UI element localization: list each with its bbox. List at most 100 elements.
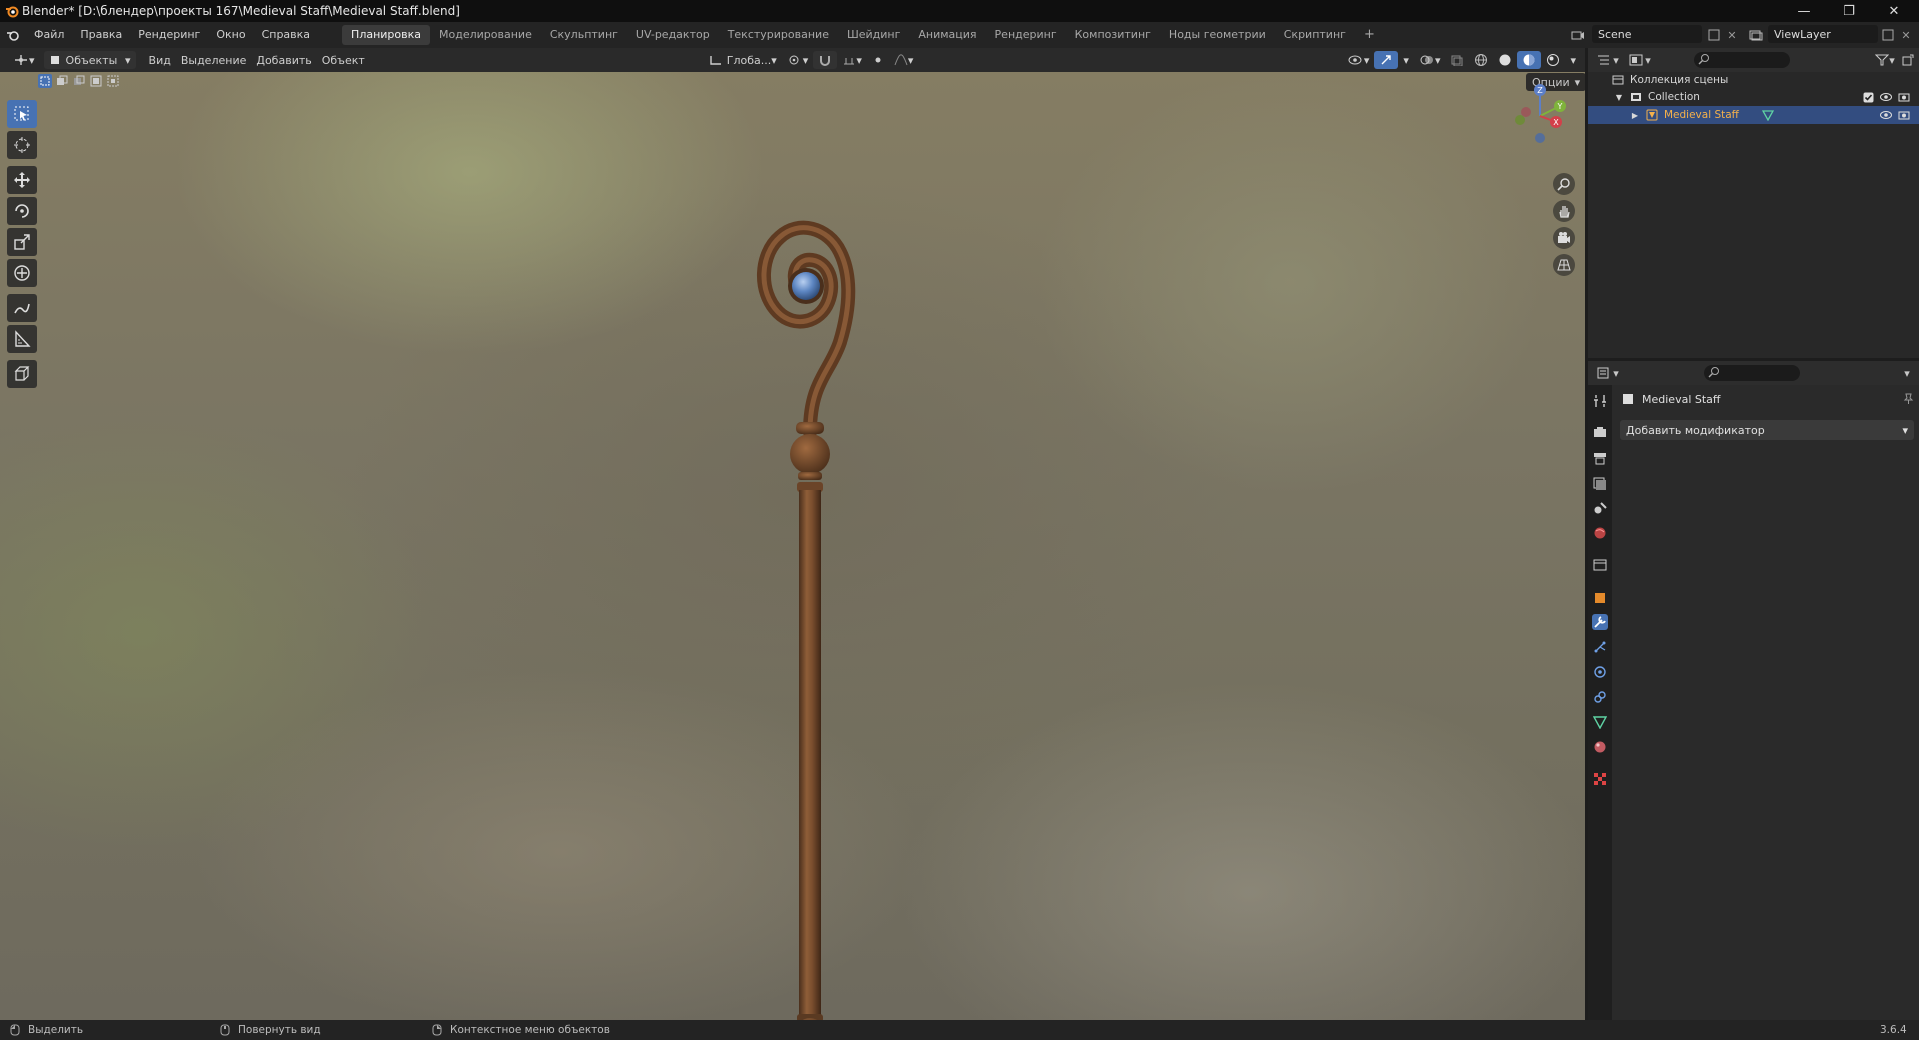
zoom-icon[interactable] (1553, 173, 1575, 195)
delete-view-layer-icon[interactable]: ✕ (1898, 27, 1914, 43)
proportional-edit-icon[interactable] (867, 51, 889, 69)
tab-layout[interactable]: Планировка (342, 25, 431, 45)
snap-target-icon[interactable]: ▾ (837, 51, 867, 69)
tab-texture-paint[interactable]: Текстурирование (719, 25, 838, 45)
select-box-tool[interactable] (7, 100, 37, 128)
delete-scene-icon[interactable]: ✕ (1724, 27, 1740, 43)
move-tool[interactable] (7, 166, 37, 194)
scene-tab-icon[interactable] (1592, 500, 1608, 516)
material-preview-shading-icon[interactable] (1517, 51, 1542, 69)
tab-uv-editing[interactable]: UV-редактор (627, 25, 719, 45)
select-new-icon[interactable] (38, 74, 52, 88)
object-visibility-eye-icon[interactable] (1880, 110, 1892, 120)
measure-tool[interactable] (7, 325, 37, 353)
scale-tool[interactable] (7, 228, 37, 256)
add-workspace-button[interactable]: + (1355, 25, 1384, 45)
xray-icon[interactable] (1445, 51, 1469, 69)
cursor-tool[interactable] (7, 131, 37, 159)
new-collection-icon[interactable] (1900, 52, 1916, 68)
menu-edit[interactable]: Правка (72, 22, 130, 48)
collection-exclude-checkbox[interactable] (1862, 92, 1874, 103)
new-view-layer-icon[interactable] (1880, 27, 1896, 43)
pan-hand-icon[interactable] (1553, 200, 1575, 222)
view-layer-tab-icon[interactable] (1592, 476, 1608, 492)
transform-orientation-dropdown[interactable]: Глоба... ▾ (704, 51, 782, 69)
texture-tab-icon[interactable] (1592, 771, 1608, 787)
modifiers-tab-icon[interactable] (1592, 614, 1608, 630)
object-tab-icon[interactable] (1592, 590, 1608, 606)
mesh-data-icon[interactable] (1761, 109, 1775, 121)
3d-viewport[interactable]: Опции ▾ Z Y X (0, 72, 1585, 1020)
navigation-gizmo[interactable]: Z Y X (1500, 78, 1580, 148)
output-tab-icon[interactable] (1592, 450, 1608, 466)
tool-tab-icon[interactable] (1592, 393, 1608, 409)
physics-tab-icon[interactable] (1592, 664, 1608, 680)
properties-options-dropdown[interactable]: ▾ (1900, 365, 1914, 381)
outliner-row-collection[interactable]: ▼ Collection (1588, 88, 1919, 106)
pin-icon[interactable] (1901, 393, 1915, 405)
restore-button[interactable]: ❐ (1827, 0, 1871, 22)
constraints-tab-icon[interactable] (1592, 689, 1608, 705)
pivot-point-icon[interactable]: ▾ (782, 51, 814, 69)
object-render-camera-icon[interactable] (1898, 110, 1910, 120)
new-scene-icon[interactable] (1706, 27, 1722, 43)
gizmo-toggle-icon[interactable] (1374, 51, 1399, 69)
falloff-icon[interactable]: ▾ (889, 51, 919, 69)
display-mode-icon[interactable]: ▾ (1628, 52, 1652, 68)
add-cube-tool[interactable] (7, 360, 37, 388)
menu-object[interactable]: Объект (317, 51, 370, 69)
collection-visibility-eye-icon[interactable] (1880, 92, 1892, 102)
editor-type-icon[interactable]: ▾ (8, 51, 40, 69)
menu-help[interactable]: Справка (254, 22, 318, 48)
view-layer-selector[interactable]: ViewLayer (1768, 25, 1878, 43)
menu-select[interactable]: Выделение (176, 51, 252, 69)
menu-view[interactable]: Вид (144, 51, 176, 69)
select-intersect-icon[interactable] (106, 74, 120, 88)
properties-editor-type-icon[interactable]: ▾ (1596, 365, 1620, 381)
particles-tab-icon[interactable] (1592, 639, 1608, 655)
menu-window[interactable]: Окно (208, 22, 253, 48)
filter-icon[interactable]: ▾ (1872, 52, 1898, 68)
outliner-editor-type-icon[interactable]: ▾ (1596, 52, 1620, 68)
object-expand-icon[interactable]: ▶ (1630, 111, 1640, 120)
properties-search-input[interactable] (1704, 365, 1800, 381)
solid-shading-icon[interactable] (1493, 51, 1517, 69)
collection-tab-icon[interactable] (1592, 557, 1608, 573)
menu-file[interactable]: Файл (26, 22, 72, 48)
rendered-shading-icon[interactable] (1541, 51, 1565, 69)
snap-toggle-icon[interactable] (813, 51, 838, 69)
collection-expand-icon[interactable]: ▼ (1614, 93, 1624, 102)
tab-shading[interactable]: Шейдинг (838, 25, 909, 45)
add-modifier-dropdown[interactable]: Добавить модификатор ▾ (1620, 420, 1914, 440)
tab-modeling[interactable]: Моделирование (430, 25, 541, 45)
scene-selector[interactable]: Scene (1592, 25, 1702, 43)
blender-menu-icon[interactable] (0, 22, 26, 48)
scene-icon[interactable] (1568, 27, 1588, 43)
collection-render-camera-icon[interactable] (1898, 92, 1910, 102)
render-tab-icon[interactable] (1592, 424, 1608, 440)
transform-tool[interactable] (7, 259, 37, 287)
tab-rendering[interactable]: Рендеринг (986, 25, 1066, 45)
select-invert-icon[interactable] (89, 74, 103, 88)
perspective-toggle-icon[interactable] (1553, 254, 1575, 276)
select-extend-icon[interactable] (55, 74, 69, 88)
annotate-tool[interactable] (7, 294, 37, 322)
material-tab-icon[interactable] (1592, 739, 1608, 755)
menu-render[interactable]: Рендеринг (130, 22, 208, 48)
minimize-button[interactable]: — (1782, 0, 1826, 22)
wireframe-shading-icon[interactable] (1469, 51, 1493, 69)
outliner-row-scene-collection[interactable]: Коллекция сцены (1588, 71, 1919, 89)
visibility-icon[interactable]: ▾ (1343, 51, 1375, 69)
outliner-search-input[interactable] (1694, 52, 1790, 68)
camera-view-icon[interactable] (1553, 227, 1575, 249)
data-tab-icon[interactable] (1592, 714, 1608, 730)
world-tab-icon[interactable] (1592, 525, 1608, 541)
medieval-staff-object[interactable] (740, 182, 880, 1020)
tab-geometry-nodes[interactable]: Ноды геометрии (1160, 25, 1275, 45)
select-subtract-icon[interactable] (72, 74, 86, 88)
overlays-icon[interactable]: ▾ (1414, 51, 1446, 69)
gizmo-dropdown[interactable]: ▾ (1398, 51, 1414, 69)
shading-options-dropdown[interactable]: ▾ (1565, 51, 1581, 69)
menu-add[interactable]: Добавить (251, 51, 316, 69)
close-button[interactable]: ✕ (1872, 0, 1916, 22)
